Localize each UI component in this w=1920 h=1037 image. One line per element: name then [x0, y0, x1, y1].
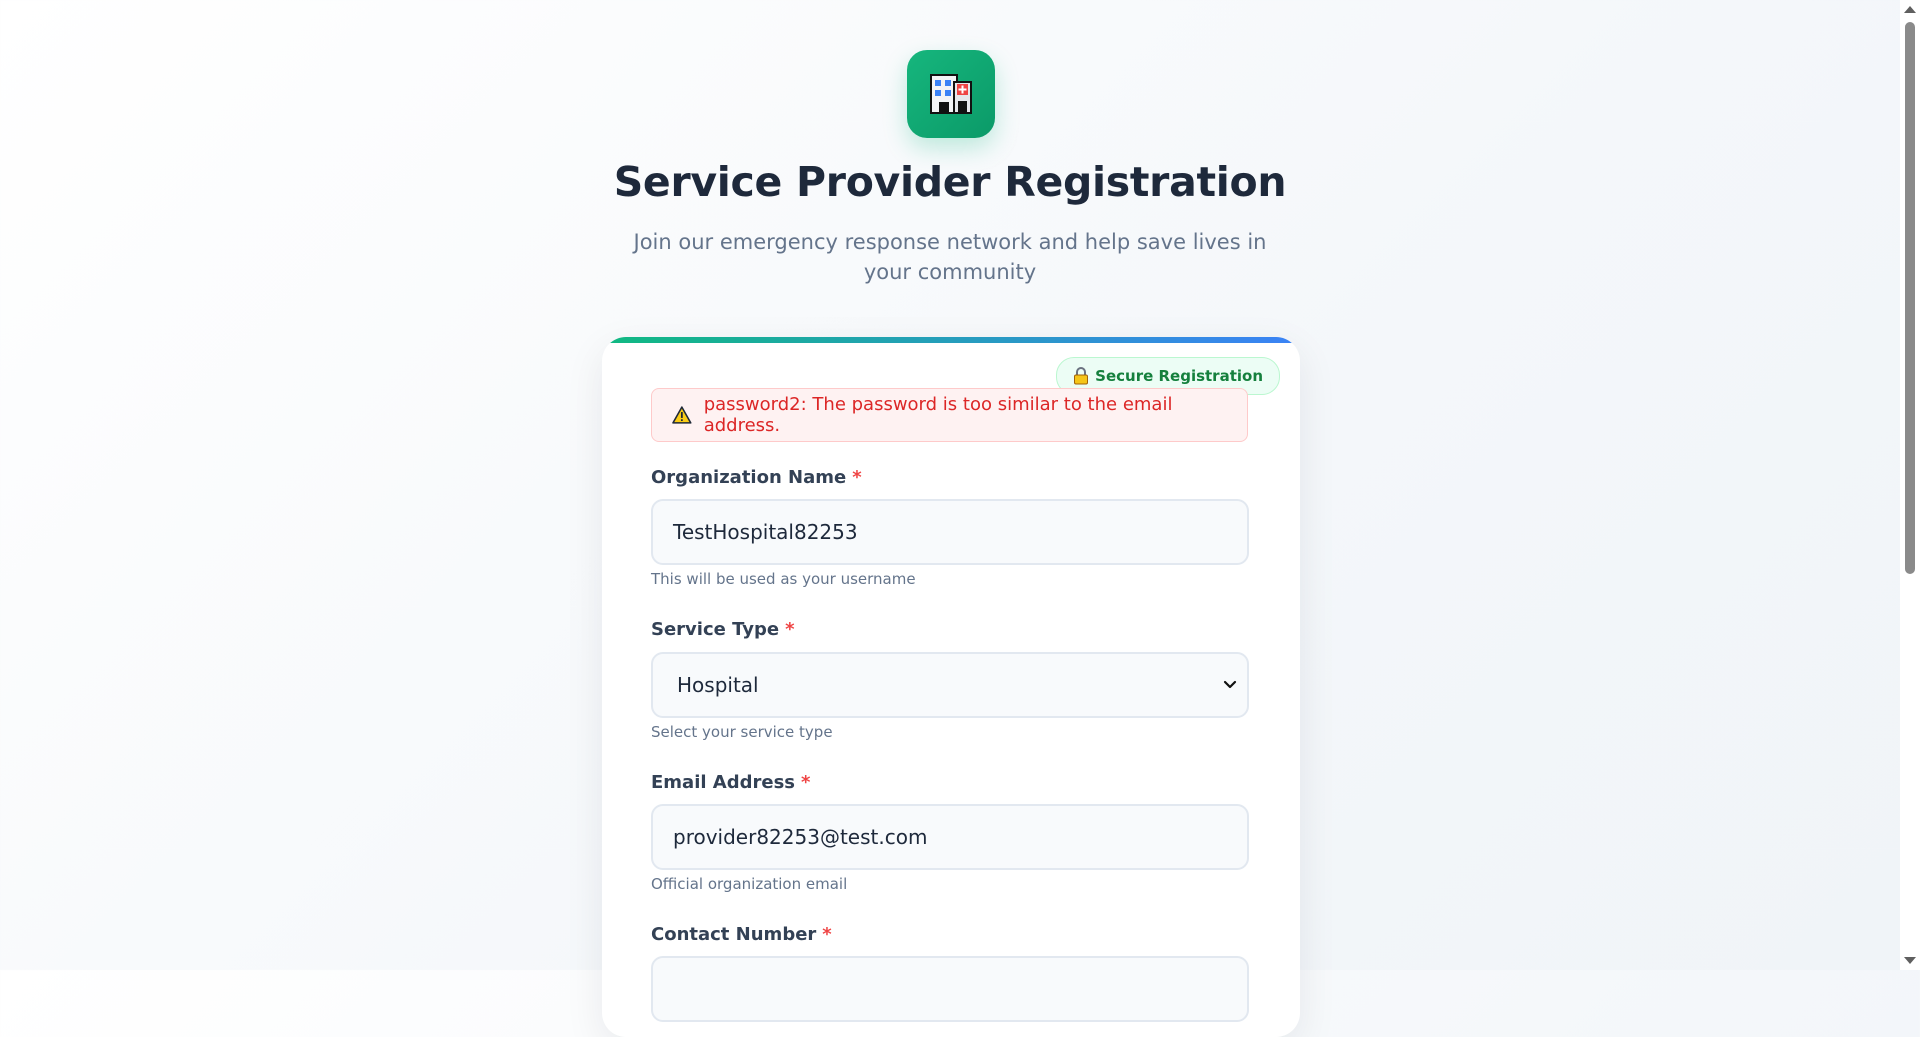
service-type-label: Service Type * [651, 619, 795, 640]
email-help: Official organization email [651, 875, 848, 893]
error-alert: password2: The password is too similar t… [651, 388, 1248, 442]
hospital-icon [930, 74, 972, 114]
contact-number-label: Contact Number * [651, 924, 832, 945]
registration-page: Service Provider Registration Join our e… [0, 0, 1900, 1037]
scroll-down-arrow-icon[interactable] [1904, 957, 1916, 964]
page-title: Service Provider Registration [613, 158, 1287, 206]
hospital-logo [907, 50, 995, 138]
chevron-down-icon [1223, 680, 1237, 689]
email-label: Email Address * [651, 772, 811, 793]
required-mark: * [852, 467, 862, 488]
lock-icon [1074, 367, 1089, 385]
organization-name-help: This will be used as your username [651, 570, 916, 588]
page-scrollbar[interactable] [1900, 0, 1920, 970]
scroll-thumb[interactable] [1905, 22, 1915, 574]
organization-name-input[interactable]: TestHospital82253 [651, 499, 1249, 565]
secure-badge-label: Secure Registration [1095, 367, 1263, 385]
required-mark: * [801, 772, 811, 793]
warning-icon [672, 406, 692, 424]
card-accent-bar [602, 337, 1300, 343]
page-subtitle: Join our emergency response network and … [633, 230, 1267, 284]
contact-number-input[interactable] [651, 956, 1249, 1022]
required-mark: * [785, 619, 795, 640]
organization-name-label: Organization Name * [651, 467, 862, 488]
scroll-up-arrow-icon[interactable] [1904, 6, 1916, 13]
required-mark: * [822, 924, 832, 945]
service-type-help: Select your service type [651, 723, 833, 741]
email-input[interactable]: provider82253@test.com [651, 804, 1249, 870]
error-message: password2: The password is too similar t… [703, 394, 1173, 436]
service-type-select[interactable]: Hospital [651, 652, 1249, 718]
registration-card: Secure Registration password2: The passw… [602, 337, 1300, 1037]
